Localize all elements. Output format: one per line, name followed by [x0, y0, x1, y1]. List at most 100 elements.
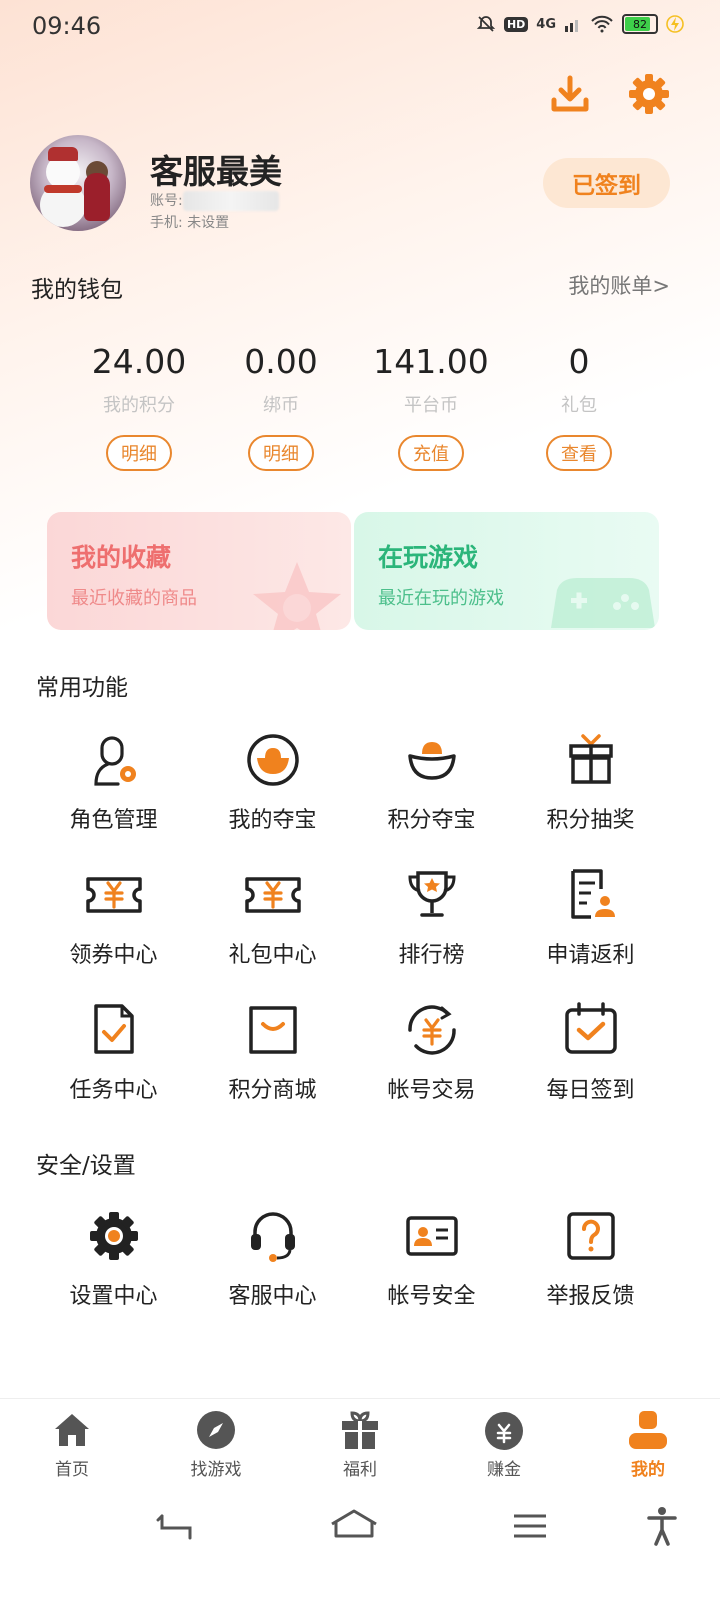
signin-button[interactable]: 已签到 [543, 158, 670, 208]
feature-label: 客服中心 [228, 1284, 317, 1309]
feature-points-lottery[interactable]: 积分抽奖 [511, 722, 670, 857]
feature-account-security[interactable]: 帐号安全 [352, 1198, 511, 1333]
playing-subtitle: 最近在玩的游戏 [378, 588, 504, 609]
recharge-button[interactable]: 充值 [398, 435, 464, 471]
gamepad-icon [551, 578, 655, 628]
my-bill-link[interactable]: 我的账单> [568, 270, 670, 300]
compass-icon [197, 1411, 235, 1449]
home-icon [55, 1414, 89, 1446]
feature-label: 设置中心 [69, 1284, 158, 1309]
tab-find-games[interactable]: 找游戏 [144, 1399, 288, 1495]
feature-label: 角色管理 [69, 808, 158, 833]
document-user-icon [570, 869, 615, 919]
stat-label: 礼包 [561, 395, 597, 416]
stat-gift-pack: 0 礼包 查看 [504, 342, 654, 471]
common-functions-title: 常用功能 [36, 675, 128, 701]
feature-report-feedback[interactable]: 举报反馈 [511, 1198, 670, 1333]
feature-points-treasure[interactable]: 积分夺宝 [352, 722, 511, 857]
points-detail-button[interactable]: 明细 [106, 435, 172, 471]
playing-games-card[interactable]: 在玩游戏 最近在玩的游戏 [354, 512, 659, 630]
star-icon [253, 562, 341, 630]
feature-label: 领券中心 [69, 943, 158, 968]
user-gear-icon [93, 736, 136, 786]
tab-welfare[interactable]: 福利 [288, 1399, 432, 1495]
tab-label: 首页 [55, 1460, 89, 1480]
gift-view-button[interactable]: 查看 [546, 435, 612, 471]
mute-bell-icon [476, 16, 496, 32]
favorites-subtitle: 最近收藏的商品 [71, 588, 197, 609]
signal-icon [565, 20, 578, 32]
feature-customer-service[interactable]: 客服中心 [193, 1198, 352, 1333]
feature-label: 积分商城 [228, 1078, 317, 1103]
feature-label: 礼包中心 [228, 943, 317, 968]
tab-label: 福利 [343, 1460, 377, 1480]
feature-label: 帐号交易 [387, 1078, 476, 1103]
coupon-icon [85, 877, 142, 913]
menu-icon[interactable] [512, 1512, 548, 1540]
account-value-redacted [182, 191, 279, 211]
id-card-icon [405, 1216, 458, 1256]
stat-value: 0 [568, 342, 590, 381]
feature-task-center[interactable]: 任务中心 [34, 992, 193, 1127]
phone-label: 手机: [150, 215, 183, 231]
accessibility-icon[interactable] [646, 1506, 678, 1546]
tab-mine[interactable]: 我的 [576, 1399, 720, 1495]
system-navigation-bar [0, 1494, 720, 1600]
playing-title: 在玩游戏 [378, 543, 479, 572]
download-icon[interactable] [548, 72, 592, 116]
tab-label: 我的 [631, 1460, 665, 1480]
settings-gear-icon[interactable] [627, 72, 671, 116]
feature-label: 我的夺宝 [228, 808, 317, 833]
status-time: 09:46 [32, 12, 102, 40]
stat-bound-coin: 0.00 绑币 明细 [206, 342, 356, 471]
back-icon[interactable] [156, 1510, 196, 1540]
feature-apply-rebate[interactable]: 申请返利 [511, 857, 670, 992]
question-icon [566, 1212, 615, 1260]
account-row: 账号: [150, 190, 279, 211]
stat-value: 24.00 [91, 342, 187, 381]
feature-settings-center[interactable]: 设置中心 [34, 1198, 193, 1333]
exchange-icon [407, 1005, 456, 1055]
gift-icon [342, 1411, 378, 1449]
stat-label: 平台币 [404, 395, 458, 416]
feature-label: 积分抽奖 [546, 808, 635, 833]
feature-leaderboard[interactable]: 排行榜 [352, 857, 511, 992]
battery-icon: 82 [622, 14, 658, 34]
tab-label: 赚金 [487, 1460, 521, 1480]
tab-label: 找游戏 [190, 1460, 242, 1480]
username: 客服最美 [150, 152, 282, 191]
security-settings-title: 安全/设置 [36, 1153, 136, 1179]
wifi-icon [591, 15, 613, 33]
feature-label: 帐号安全 [387, 1284, 476, 1309]
feature-label: 每日签到 [546, 1078, 635, 1103]
status-icons: HD 4G 82 [476, 14, 684, 34]
task-check-icon [93, 1004, 134, 1054]
gift-coupon-icon [244, 877, 301, 913]
wallet-title: 我的钱包 [31, 277, 123, 303]
money-bag-icon [485, 1412, 523, 1450]
gold-ingot-circle-icon [246, 734, 299, 786]
favorites-title: 我的收藏 [71, 543, 172, 572]
feature-role-management[interactable]: 角色管理 [34, 722, 193, 857]
charging-icon [666, 15, 684, 33]
bound-coin-detail-button[interactable]: 明细 [248, 435, 314, 471]
security-settings-grid: 设置中心 客服中心 帐号安全 举报反馈 [34, 1198, 670, 1333]
stat-points: 24.00 我的积分 明细 [64, 342, 214, 471]
headset-icon [250, 1212, 295, 1262]
feature-account-trade[interactable]: 帐号交易 [352, 992, 511, 1127]
feature-daily-signin[interactable]: 每日签到 [511, 992, 670, 1127]
feature-label: 积分夺宝 [387, 808, 476, 833]
feature-points-mall[interactable]: 积分商城 [193, 992, 352, 1127]
feature-coupon-center[interactable]: 领券中心 [34, 857, 193, 992]
tab-earn[interactable]: 赚金 [432, 1399, 576, 1495]
avatar[interactable] [30, 135, 126, 231]
feature-gift-center[interactable]: 礼包中心 [193, 857, 352, 992]
stat-label: 我的积分 [103, 395, 175, 416]
home-nav-icon[interactable] [330, 1508, 378, 1540]
favorites-card[interactable]: 我的收藏 最近收藏的商品 [47, 512, 351, 630]
hd-icon: HD [503, 16, 529, 32]
feature-my-treasure[interactable]: 我的夺宝 [193, 722, 352, 857]
gear-icon [89, 1212, 138, 1260]
tab-home[interactable]: 首页 [0, 1399, 144, 1495]
feature-label: 举报反馈 [546, 1284, 635, 1309]
